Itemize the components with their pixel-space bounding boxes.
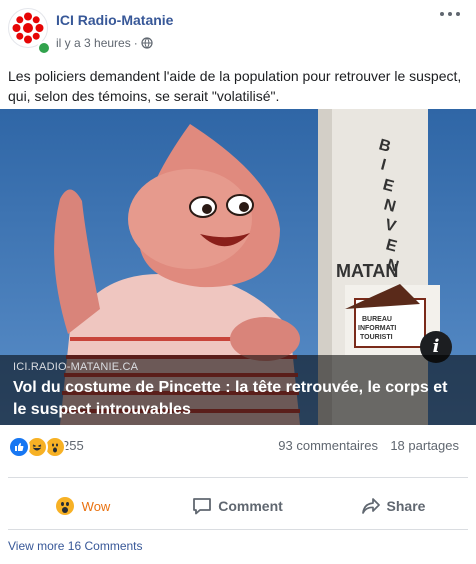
reactions-summary: 255 93 commentaires 18 partages: [0, 430, 476, 460]
cbc-gem-logo: [12, 12, 44, 44]
action-bar: Wow Comment Share: [0, 485, 476, 527]
wow-label: Wow: [81, 498, 111, 514]
wow-button[interactable]: Wow: [8, 485, 158, 527]
post-card: ICI Radio-Matanie il y a 3 heures · Les …: [0, 0, 476, 564]
post-timestamp[interactable]: il y a 3 heures: [56, 36, 131, 50]
share-button[interactable]: Share: [318, 485, 468, 527]
svg-text:MATAN: MATAN: [336, 261, 398, 281]
post-meta: il y a 3 heures ·: [56, 36, 153, 50]
post-header: ICI Radio-Matanie il y a 3 heures ·: [0, 0, 476, 64]
divider: [8, 477, 468, 478]
link-caption[interactable]: ICI.RADIO-MATANIE.CA Vol du costume de P…: [0, 355, 476, 425]
reaction-icons[interactable]: [8, 436, 66, 458]
share-icon: [361, 498, 380, 514]
view-more-comments-link[interactable]: View more 16 Comments: [8, 539, 143, 553]
online-status-dot: [37, 41, 51, 55]
comment-label: Comment: [218, 498, 283, 514]
meta-separator: ·: [133, 36, 138, 50]
like-icon: [8, 436, 30, 458]
post-message: Les policiers demandent l'aide de la pop…: [8, 68, 462, 104]
svg-text:BUREAU: BUREAU: [362, 316, 392, 323]
divider: [8, 529, 468, 530]
globe-icon[interactable]: [141, 37, 153, 49]
link-domain: ICI.RADIO-MATANIE.CA: [13, 361, 139, 373]
comment-icon: [193, 498, 212, 515]
page-name-link[interactable]: ICI Radio-Matanie: [56, 12, 173, 28]
share-label: Share: [386, 498, 426, 514]
wow-reaction-icon: [55, 497, 74, 515]
comments-count-link[interactable]: 93 commentaires: [278, 438, 378, 453]
more-options-icon[interactable]: [440, 8, 460, 20]
shares-count-link[interactable]: 18 partages: [390, 438, 459, 453]
link-title[interactable]: Vol du costume de Pincette : la tête ret…: [13, 377, 463, 421]
svg-text:INFORMATI: INFORMATI: [358, 325, 396, 332]
link-preview[interactable]: B I E N V E N MATAN BUREAU INFORMATI TOU…: [0, 109, 476, 425]
svg-text:TOURISTI: TOURISTI: [360, 334, 393, 341]
comment-button[interactable]: Comment: [160, 485, 315, 527]
